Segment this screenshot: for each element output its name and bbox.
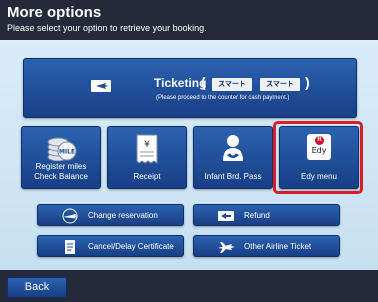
page-subtitle: Please select your option to retrieve yo… bbox=[7, 23, 207, 33]
ticketing-button[interactable]: Ticketing ( スマートEC スマートU25 ) (Please pro… bbox=[23, 58, 357, 118]
other-airline-ticket-button[interactable]: Other Airline Ticket bbox=[193, 235, 340, 257]
certificate-icon bbox=[65, 240, 75, 254]
svg-text:MILE: MILE bbox=[59, 149, 75, 156]
ticket-icon bbox=[91, 80, 111, 92]
ticketing-note: (Please proceed to the counter for cash … bbox=[156, 95, 290, 101]
ticketing-label: Ticketing bbox=[154, 76, 207, 90]
cancel-delay-certificate-label: Cancel/Delay Certificate bbox=[88, 242, 174, 251]
receipt-icon: ¥ bbox=[136, 134, 158, 164]
change-reservation-button[interactable]: Change reservation bbox=[37, 204, 184, 226]
mile-coins-icon: MILE bbox=[47, 137, 77, 162]
cancel-delay-certificate-button[interactable]: Cancel/Delay Certificate bbox=[37, 235, 184, 257]
receipt-button[interactable]: ¥ Receipt bbox=[107, 126, 187, 189]
edy-menu-label: Edy menu bbox=[300, 172, 338, 181]
airplane-icon bbox=[62, 208, 78, 224]
register-miles-label: Register miles Check Balance bbox=[34, 162, 88, 181]
other-airline-ticket-label: Other Airline Ticket bbox=[244, 242, 312, 251]
svg-text:¥: ¥ bbox=[144, 140, 150, 150]
register-miles-button[interactable]: MILE Register miles Check Balance bbox=[21, 126, 101, 189]
refund-button[interactable]: Refund bbox=[193, 204, 340, 226]
smart-ec-logo: スマートEC bbox=[212, 78, 252, 101]
header-bar: More options Please select your option t… bbox=[0, 0, 378, 40]
receipt-label: Receipt bbox=[133, 172, 161, 181]
refund-icon bbox=[218, 211, 234, 221]
other-airline-icon bbox=[218, 242, 235, 253]
edy-menu-button[interactable]: R Edy Edy menu bbox=[279, 126, 359, 189]
rakuten-mark: R bbox=[315, 136, 324, 145]
back-button[interactable]: Back bbox=[7, 277, 67, 298]
infant-icon bbox=[223, 135, 243, 161]
smart-u25-logo: スマートU25 bbox=[260, 78, 300, 101]
ticketing-paren-close: ) bbox=[305, 74, 310, 90]
ticketing-paren-open: ( bbox=[201, 74, 206, 90]
page-title: More options bbox=[7, 4, 102, 21]
edy-card-icon: R Edy bbox=[307, 134, 331, 160]
infant-boarding-pass-button[interactable]: Infant Brd. Pass bbox=[193, 126, 273, 189]
infant-label: Infant Brd. Pass bbox=[204, 172, 262, 181]
change-reservation-label: Change reservation bbox=[88, 211, 158, 220]
edy-card-text: Edy bbox=[311, 146, 327, 155]
refund-label: Refund bbox=[244, 211, 270, 220]
